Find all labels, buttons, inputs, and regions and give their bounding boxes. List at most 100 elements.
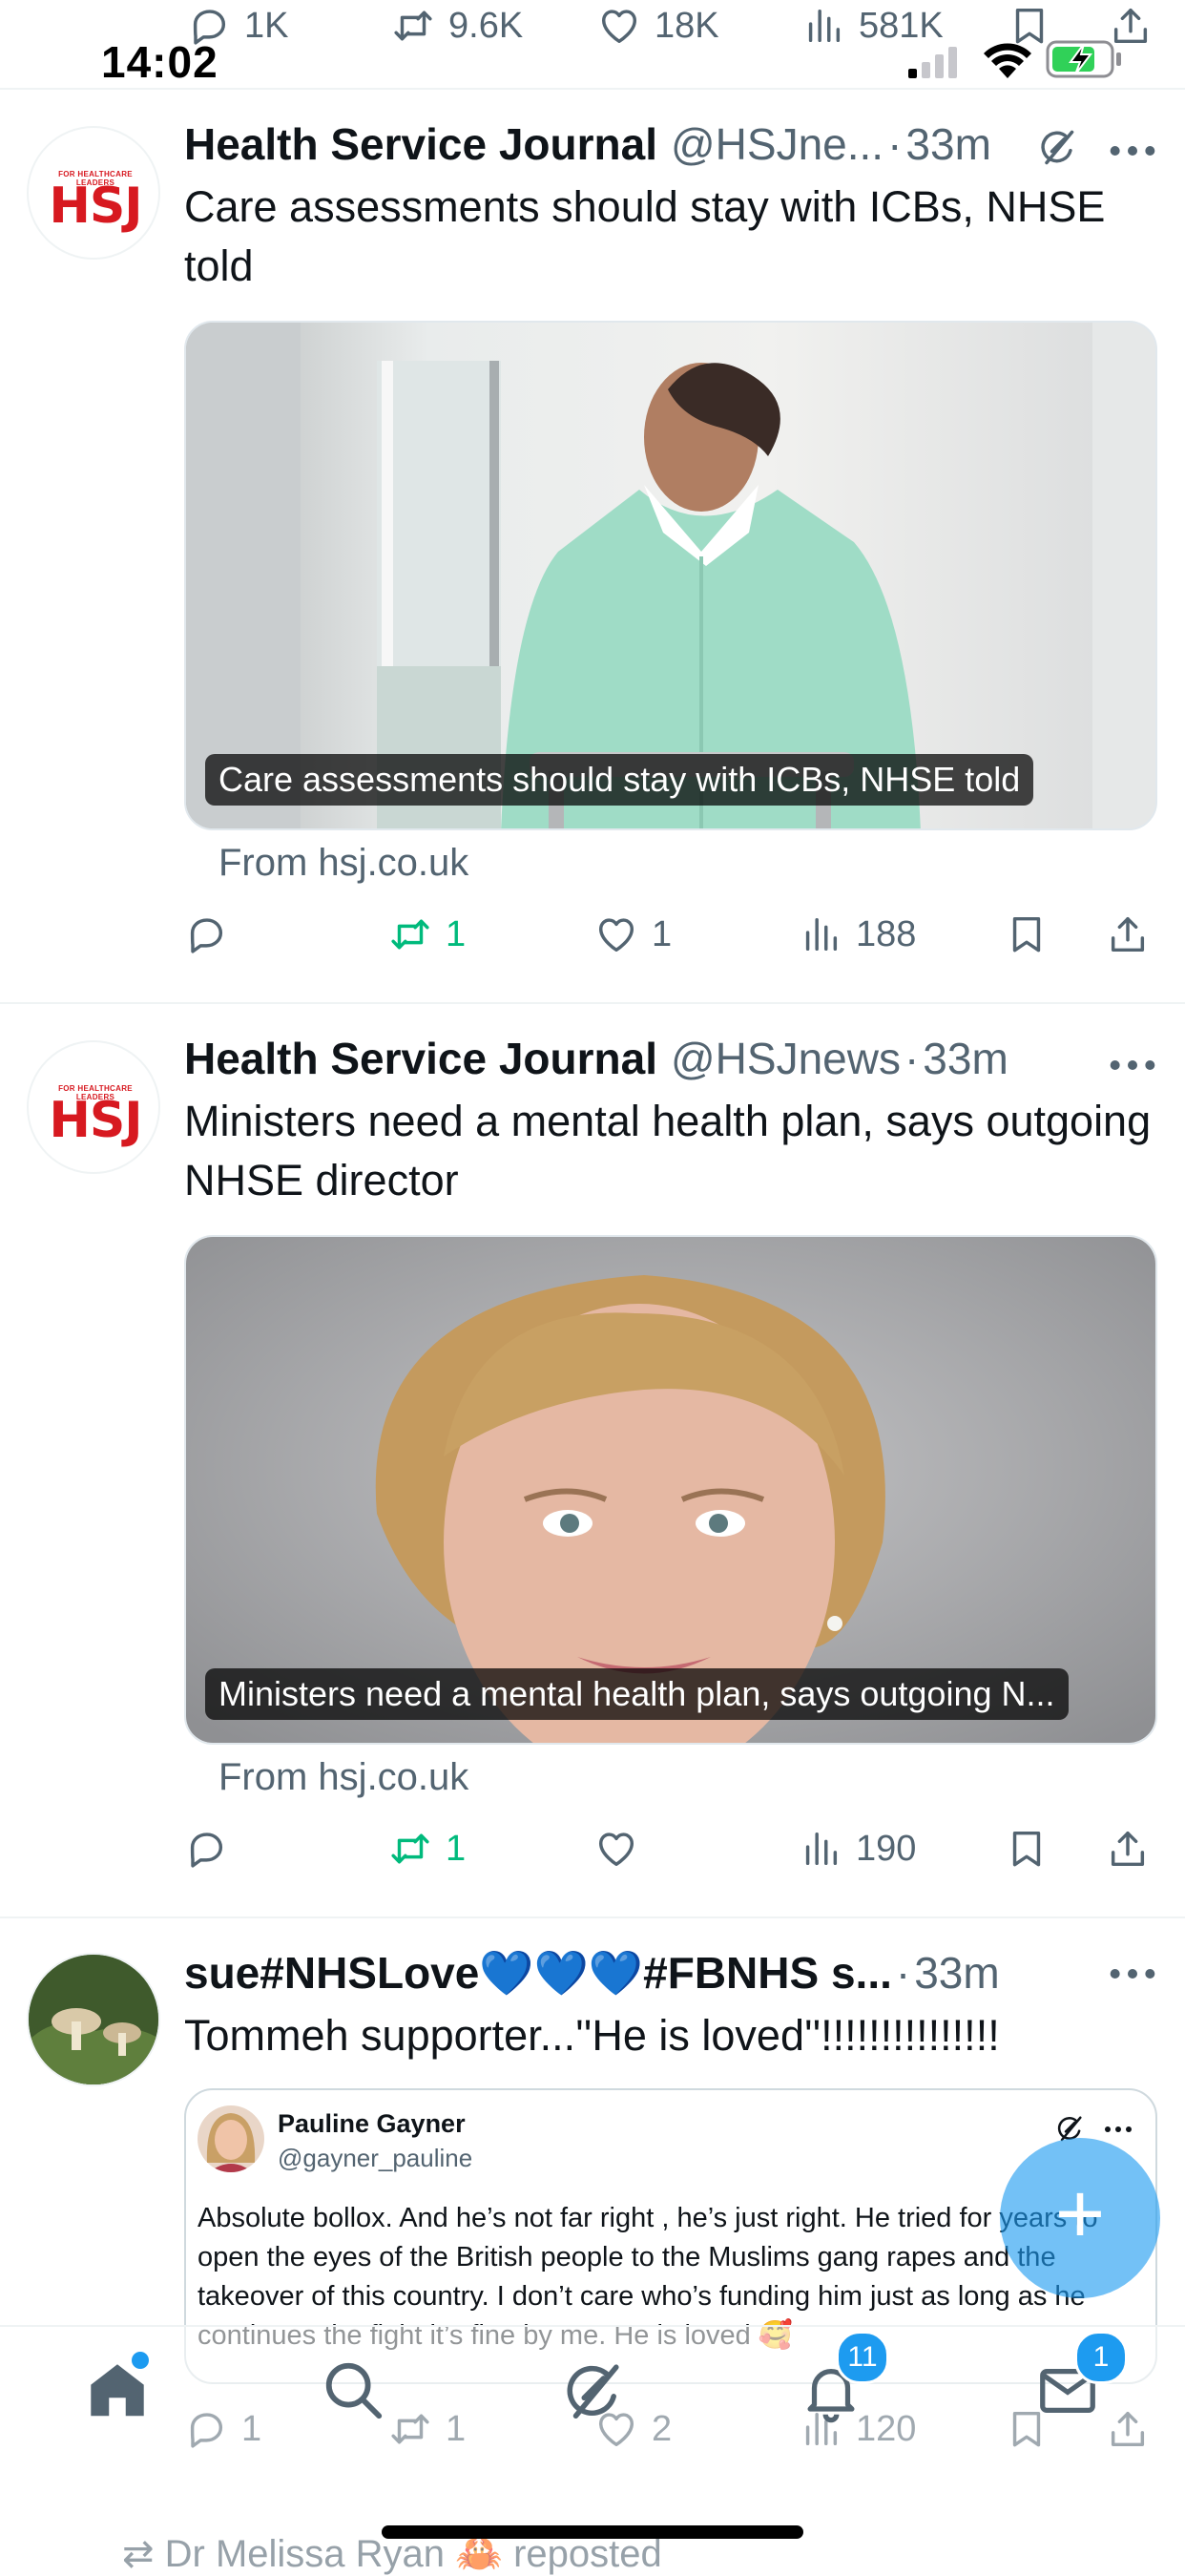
more-options-icon[interactable] [1109,1964,1156,1983]
share-icon [1106,2407,1150,2451]
reply-button[interactable] [184,912,228,956]
author-handle[interactable]: @HSJne... [671,118,884,170]
repost-button[interactable]: 1 [388,1827,466,1871]
plus-icon: + [1054,2167,1106,2262]
reply-button[interactable] [184,1827,228,1871]
messages-badge: 1 [1074,2331,1128,2384]
quoted-author-handle: @gayner_pauline [278,2144,473,2172]
quoted-avatar-photo [198,2105,264,2172]
repost-count: 1 [446,2408,467,2449]
tweet-text: Care assessments should stay with ICBs, … [184,182,1106,290]
nav-messages[interactable]: 1 [1034,2331,1128,2424]
views-count: 581K [859,5,944,46]
tweet-header: sue#NHSLove💙💙💙#FBNHS s... · 33m [184,1947,1000,2000]
home-indicator [382,2525,803,2539]
bookmark-button[interactable] [1005,912,1049,956]
repost-button[interactable]: 9.6K [391,4,523,48]
share-button[interactable] [1106,912,1150,956]
like-button[interactable]: 1 [594,912,672,956]
views-icon [799,912,842,956]
tweet-actions: 1 1 188 [184,912,1167,970]
divider [0,1916,1185,1918]
views-count: 188 [856,913,917,954]
author-handle[interactable]: @HSJnews [671,1033,901,1084]
bookmark-button[interactable] [1005,1827,1049,1871]
battery-icon [1046,40,1121,78]
like-count: 1 [652,913,673,954]
more-options-icon[interactable] [1104,2125,1133,2134]
previous-tweet-actions: 1K 9.6K 18K 581K 14:02 [0,0,1185,87]
cellular-signal-icon [908,47,957,78]
like-count: 2 [652,2408,673,2449]
repost-button[interactable]: 1 [388,912,466,956]
reply-count: 1K [244,5,289,46]
avatar[interactable]: FOR HEALTHCARE LEADERS HSJ [27,126,160,260]
author-name[interactable]: Health Service Journal [184,1033,657,1084]
avatar[interactable]: FOR HEALTHCARE LEADERS HSJ [27,1040,160,1174]
repost-icon [391,4,435,48]
nav-notifications[interactable]: 11 [798,2331,889,2424]
reply-icon [184,912,228,956]
link-card-image[interactable]: Ministers need a mental health plan, say… [184,1235,1157,1745]
mushroom-photo [29,1955,158,2084]
tweet-time[interactable]: 33m [923,1033,1008,1084]
repost-icon: ⇄ [122,2533,155,2575]
like-button[interactable]: 18K [597,4,719,48]
author-name[interactable]: Health Service Journal [184,118,657,170]
tweet-time[interactable]: 33m [914,1947,999,1999]
compose-button[interactable]: + [1000,2138,1160,2298]
views-icon [799,1827,842,1871]
share-button[interactable] [1106,1827,1150,1871]
quoted-avatar[interactable] [198,2105,264,2172]
reply-icon [184,2407,228,2451]
heart-icon [594,912,638,956]
reply-button[interactable]: 1 [184,2407,261,2451]
link-source[interactable]: From hsj.co.uk [218,842,468,885]
grok-icon[interactable] [1036,126,1078,168]
media-caption: Care assessments should stay with ICBs, … [205,754,1034,806]
share-icon [1106,1827,1150,1871]
views-button[interactable]: 190 [799,1827,916,1871]
repost-icon [388,912,432,956]
nav-search[interactable] [321,2357,387,2424]
views-button[interactable]: 188 [799,912,916,956]
repost-count: 1 [446,1828,467,1869]
more-options-icon[interactable] [1109,141,1156,160]
quoted-author-name: Pauline Gayner [278,2109,466,2138]
share-button[interactable] [1106,2407,1150,2451]
reposted-by-text: Dr Melissa Ryan 🦀 reposted [164,2533,662,2575]
nav-home[interactable] [84,2352,151,2424]
tweet-header: Health Service Journal @HSJnews · 33m [184,1033,1008,1086]
author-name[interactable]: sue#NHSLove💙💙💙#FBNHS s... [184,1947,892,2000]
reply-count: 1 [241,2408,262,2449]
new-posts-dot [132,2352,149,2369]
tweet-text: Ministers need a mental health plan, say… [184,1097,1152,1204]
avatar[interactable] [27,1953,160,2086]
repost-icon [388,1827,432,1871]
views-button[interactable]: 581K [801,4,944,48]
reply-icon [184,1827,228,1871]
like-button[interactable] [594,1827,638,1871]
views-count: 120 [856,2408,917,2449]
bookmark-icon [1005,912,1049,956]
link-card-image[interactable]: Care assessments should stay with ICBs, … [184,321,1157,830]
search-icon [325,2362,383,2419]
like-count: 18K [655,5,719,46]
tweet-text: Tommeh supporter...''He is loved''!!!!!!… [184,2011,1000,2060]
tweet-time[interactable]: 33m [905,118,990,170]
hsj-logo: FOR HEALTHCARE LEADERS HSJ [49,1084,142,1149]
more-options-icon[interactable] [1109,1056,1156,1075]
views-count: 190 [856,1828,917,1869]
link-source[interactable]: From hsj.co.uk [218,1756,468,1799]
nav-grok[interactable] [559,2357,626,2424]
share-icon [1106,912,1150,956]
tweet-actions: 1 190 [184,1827,1167,1884]
media-caption: Ministers need a mental health plan, say… [205,1668,1069,1720]
divider [0,88,1185,90]
status-time: 14:02 [101,37,218,87]
views-icon [801,4,845,48]
heart-icon [597,4,641,48]
repost-icon [388,2407,432,2451]
repost-button[interactable]: 1 [388,2407,466,2451]
hsj-logo: FOR HEALTHCARE LEADERS HSJ [49,170,142,235]
